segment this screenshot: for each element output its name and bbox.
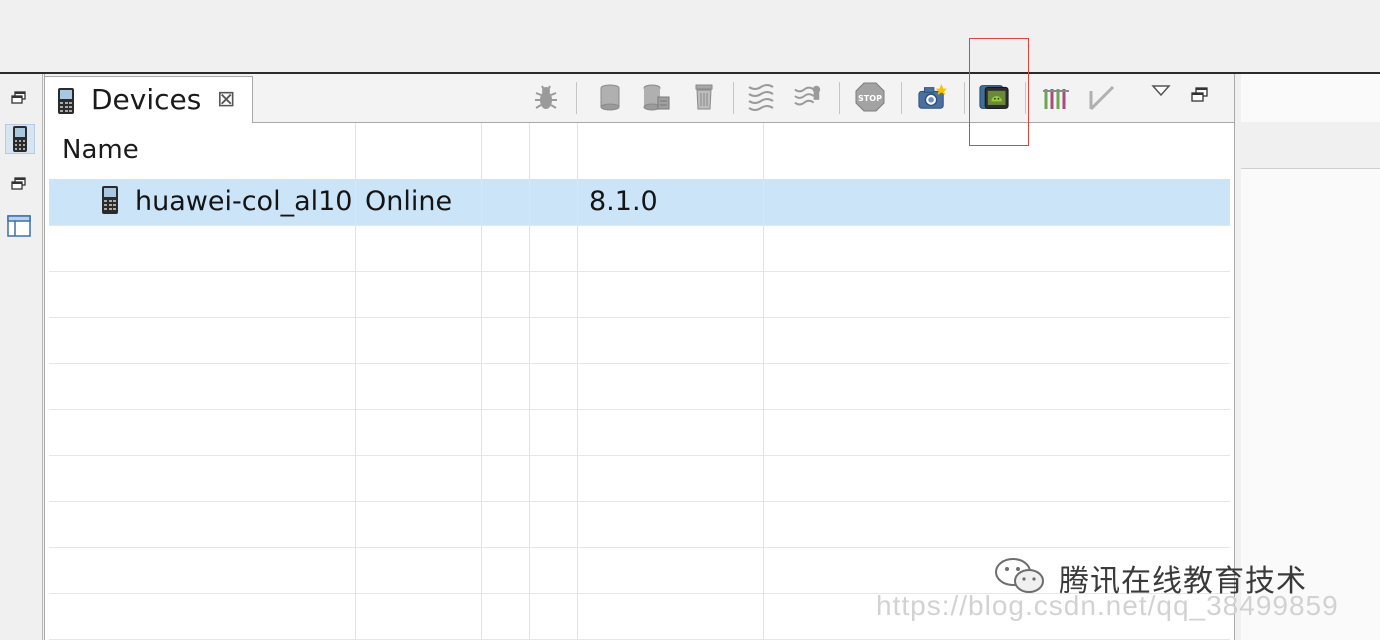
opengl-trace-icon[interactable] [1087, 82, 1117, 112]
toolbar-separator [964, 82, 965, 114]
close-icon[interactable]: ⊠ [217, 86, 235, 114]
toolbar-separator [1025, 82, 1026, 114]
tab-title: Devices [91, 83, 202, 116]
toolbar-separator [839, 82, 840, 114]
watermark-url: https://blog.csdn.net/qq_38499859 [876, 590, 1339, 621]
update-heap-icon[interactable] [595, 82, 625, 112]
dump-view-hierarchy-icon[interactable] [979, 82, 1009, 112]
column-divider[interactable] [529, 123, 530, 640]
dump-hprof-icon[interactable] [641, 82, 671, 112]
row-divider [49, 317, 1230, 318]
left-trim-stack [0, 74, 43, 640]
column-divider[interactable] [481, 123, 482, 640]
row-divider [49, 409, 1230, 410]
systrace-icon[interactable] [1041, 82, 1071, 112]
column-divider[interactable] [355, 123, 356, 640]
row-divider [49, 225, 1230, 226]
view-menu-chevron-icon[interactable] [1146, 76, 1176, 106]
device-name: huawei-col_al10 [135, 186, 353, 217]
restore-icon[interactable] [1185, 80, 1215, 110]
toolbar-separator [576, 82, 577, 114]
tab-devices[interactable]: Devices ⊠ [45, 76, 253, 123]
row-divider [49, 501, 1230, 502]
window-top-area [0, 0, 1380, 72]
devices-view-phone-icon[interactable] [5, 124, 35, 154]
update-threads-icon[interactable] [747, 82, 777, 112]
start-method-profiling-icon[interactable] [793, 82, 823, 112]
row-divider [49, 547, 1230, 548]
editor-area-header [1235, 122, 1380, 169]
stop-process-icon[interactable]: STOP [855, 82, 885, 112]
column-divider[interactable] [763, 123, 764, 640]
toolbar-separator [733, 82, 734, 114]
row-divider [49, 363, 1230, 364]
restore-icon[interactable] [5, 84, 33, 112]
phone-icon [101, 185, 119, 219]
row-divider [49, 271, 1230, 272]
phone-icon [57, 87, 75, 119]
view-tab-bar: Devices ⊠ STOP [45, 38, 1234, 146]
column-divider[interactable] [577, 123, 578, 640]
column-header-name[interactable]: Name [62, 135, 139, 165]
cause-gc-icon[interactable] [689, 82, 719, 112]
row-divider [49, 455, 1230, 456]
restore-icon[interactable] [5, 170, 33, 198]
toolbar-separator [901, 82, 902, 114]
device-version: 8.1.0 [589, 186, 658, 217]
debug-icon[interactable] [531, 82, 561, 112]
screen-capture-icon[interactable] [917, 82, 947, 112]
svg-text:STOP: STOP [858, 94, 882, 103]
editor-area-icon[interactable] [5, 212, 33, 240]
device-state: Online [365, 186, 453, 217]
